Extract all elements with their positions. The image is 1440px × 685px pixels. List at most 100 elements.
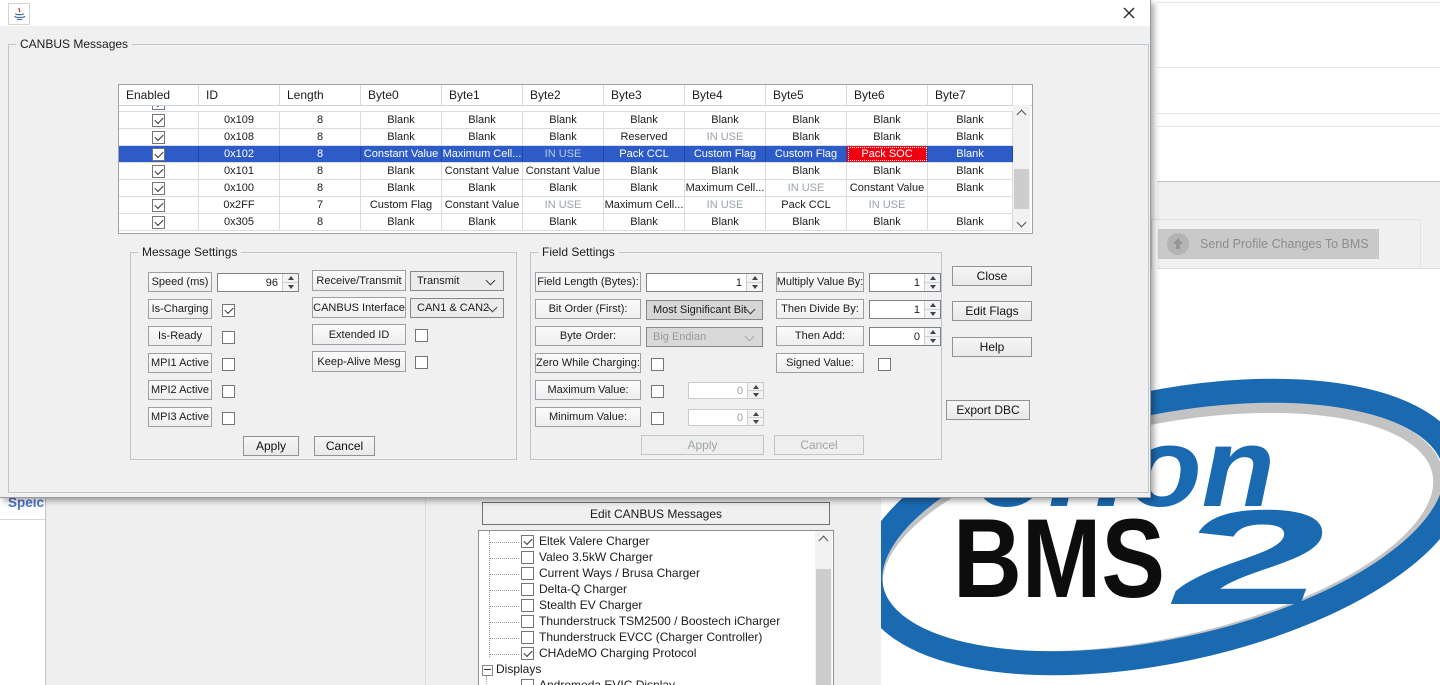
- then-divide-by-input[interactable]: 1: [869, 300, 941, 319]
- table-row-0x109[interactable]: 0x1098BlankBlankBlankBlankBlankBlankBlan…: [119, 112, 1013, 129]
- table-row-0x108[interactable]: 0x1088BlankBlankBlankReservedIN USEBlank…: [119, 129, 1013, 146]
- then-add-input[interactable]: 0: [869, 327, 941, 346]
- edit-canbus-messages-button[interactable]: Edit CANBUS Messages: [482, 502, 830, 525]
- id-cell[interactable]: 0x109: [199, 112, 280, 128]
- current-ways-brusa-charger-label[interactable]: Current Ways / Brusa Charger: [539, 566, 700, 581]
- byte1-cell[interactable]: Constant Value: [442, 163, 523, 179]
- column-header-byte7[interactable]: Byte7: [928, 85, 1013, 105]
- thunderstruck-evcc-charger-controller-checkbox[interactable]: [521, 631, 534, 644]
- delta-q-charger-checkbox[interactable]: [521, 583, 534, 596]
- dialog-titlebar[interactable]: [0, 0, 1150, 26]
- column-header-byte6[interactable]: Byte6: [847, 85, 928, 105]
- spinner-buttons[interactable]: [924, 301, 940, 318]
- bit-order-first-button[interactable]: Bit Order (First):: [535, 299, 641, 319]
- table-scrollbar[interactable]: [1013, 105, 1030, 232]
- edit-flags-button[interactable]: Edit Flags: [952, 301, 1032, 321]
- byte4-cell[interactable]: IN USE: [685, 129, 766, 145]
- length-cell[interactable]: 8: [280, 129, 361, 145]
- byte2-cell[interactable]: Blank: [523, 112, 604, 128]
- byte1-cell[interactable]: Blank: [442, 214, 523, 230]
- keep-alive-mesg-checkbox[interactable]: [415, 356, 428, 369]
- then-add-button[interactable]: Then Add:: [776, 326, 864, 346]
- enabled-checkbox[interactable]: [152, 106, 165, 110]
- column-header-byte3[interactable]: Byte3: [604, 85, 685, 105]
- field-length-bytes-input[interactable]: 1: [646, 273, 763, 292]
- enabled-cell[interactable]: [119, 163, 199, 179]
- thunderstruck-tsm2500-boostech-icharger-label[interactable]: Thunderstruck TSM2500 / Boostech iCharge…: [539, 614, 780, 629]
- byte-order-button[interactable]: Byte Order:: [535, 326, 641, 346]
- is-ready-button[interactable]: Is-Ready: [148, 326, 212, 346]
- spin-down-icon[interactable]: [925, 309, 940, 318]
- spin-down-icon[interactable]: [747, 282, 762, 291]
- zero-while-charging-checkbox[interactable]: [651, 358, 664, 371]
- column-header-id[interactable]: ID: [199, 85, 280, 105]
- byte3-cell[interactable]: Blank: [604, 163, 685, 179]
- byte1-cell[interactable]: Constant Value: [442, 197, 523, 213]
- byte2-cell[interactable]: IN USE: [523, 197, 604, 213]
- byte0-cell[interactable]: Blank: [361, 214, 442, 230]
- id-cell[interactable]: 0x305: [199, 214, 280, 230]
- canbus-interface-button[interactable]: CANBUS Interface: [312, 297, 406, 318]
- spin-up-icon[interactable]: [925, 301, 940, 309]
- byte6-cell[interactable]: Blank: [847, 214, 928, 230]
- byte0-cell[interactable]: Blank: [361, 112, 442, 128]
- column-header-byte0[interactable]: Byte0: [361, 85, 442, 105]
- tree-scrollbar-thumb[interactable]: [816, 569, 831, 685]
- byte5-cell[interactable]: Blank: [766, 163, 847, 179]
- spinner-buttons[interactable]: [924, 274, 940, 291]
- byte4-cell[interactable]: IN USE: [685, 197, 766, 213]
- byte2-cell[interactable]: Blank: [523, 180, 604, 196]
- help-button[interactable]: Help: [952, 337, 1032, 357]
- enabled-checkbox[interactable]: [152, 131, 165, 144]
- mpi2-active-button[interactable]: MPI2 Active: [148, 380, 212, 400]
- byte3-cell[interactable]: Blank: [604, 112, 685, 128]
- maximum-value-checkbox[interactable]: [651, 385, 664, 398]
- receive-transmit-dropdown[interactable]: Transmit: [410, 271, 504, 291]
- eltek-valere-charger-label[interactable]: Eltek Valere Charger: [539, 534, 650, 549]
- field-length-bytes-button[interactable]: Field Length (Bytes):: [535, 272, 641, 292]
- enabled-checkbox[interactable]: [152, 182, 165, 195]
- byte1-cell[interactable]: Blank: [442, 112, 523, 128]
- byte1-cell[interactable]: Maximum Cell...: [442, 146, 523, 162]
- bit-order-first-dropdown[interactable]: Most Significant Bit: [646, 300, 763, 320]
- byte1-cell[interactable]: Blank: [442, 129, 523, 145]
- minimum-value-button[interactable]: Minimum Value:: [535, 407, 641, 427]
- byte4-cell[interactable]: Blank: [685, 112, 766, 128]
- close-window-icon[interactable]: [1120, 4, 1138, 22]
- byte3-cell[interactable]: Blank: [604, 180, 685, 196]
- spin-down-icon[interactable]: [283, 282, 298, 291]
- thunderstruck-tsm2500-boostech-icharger-checkbox[interactable]: [521, 615, 534, 628]
- byte0-cell[interactable]: Constant Value: [361, 146, 442, 162]
- then-divide-by-button[interactable]: Then Divide By:: [776, 299, 864, 319]
- mpi3-active-checkbox[interactable]: [222, 412, 235, 425]
- spin-up-icon[interactable]: [925, 328, 940, 336]
- byte7-cell[interactable]: Blank: [928, 180, 1013, 196]
- keep-alive-mesg-button[interactable]: Keep-Alive Mesg: [312, 351, 406, 372]
- current-ways-brusa-charger-checkbox[interactable]: [521, 567, 534, 580]
- extended-id-button[interactable]: Extended ID: [312, 324, 406, 345]
- length-cell[interactable]: 8: [280, 180, 361, 196]
- byte2-cell[interactable]: Blank: [523, 214, 604, 230]
- enabled-cell[interactable]: [119, 129, 199, 145]
- byte0-cell[interactable]: Custom Flag: [361, 197, 442, 213]
- mpi1-active-button[interactable]: MPI1 Active: [148, 353, 212, 373]
- column-header-length[interactable]: Length: [280, 85, 361, 105]
- enabled-cell[interactable]: [119, 146, 199, 162]
- byte4-cell[interactable]: Maximum Cell...: [685, 180, 766, 196]
- speed-ms-input[interactable]: 96: [217, 273, 299, 292]
- byte7-cell[interactable]: Blank: [928, 163, 1013, 179]
- column-header-byte2[interactable]: Byte2: [523, 85, 604, 105]
- stealth-ev-charger-checkbox[interactable]: [521, 599, 534, 612]
- stealth-ev-charger-label[interactable]: Stealth EV Charger: [539, 598, 642, 613]
- is-ready-checkbox[interactable]: [222, 331, 235, 344]
- spinner-buttons[interactable]: [746, 274, 762, 291]
- byte5-cell[interactable]: Blank: [766, 214, 847, 230]
- spinner-buttons[interactable]: [282, 274, 298, 291]
- enabled-cell[interactable]: [119, 214, 199, 230]
- delta-q-charger-label[interactable]: Delta-Q Charger: [539, 582, 627, 597]
- enabled-checkbox[interactable]: [152, 165, 165, 178]
- byte3-cell[interactable]: Reserved: [604, 129, 685, 145]
- valeo-3-5kw-charger-checkbox[interactable]: [521, 551, 534, 564]
- tree-scrollbar[interactable]: [815, 531, 832, 685]
- mpi1-active-checkbox[interactable]: [222, 358, 235, 371]
